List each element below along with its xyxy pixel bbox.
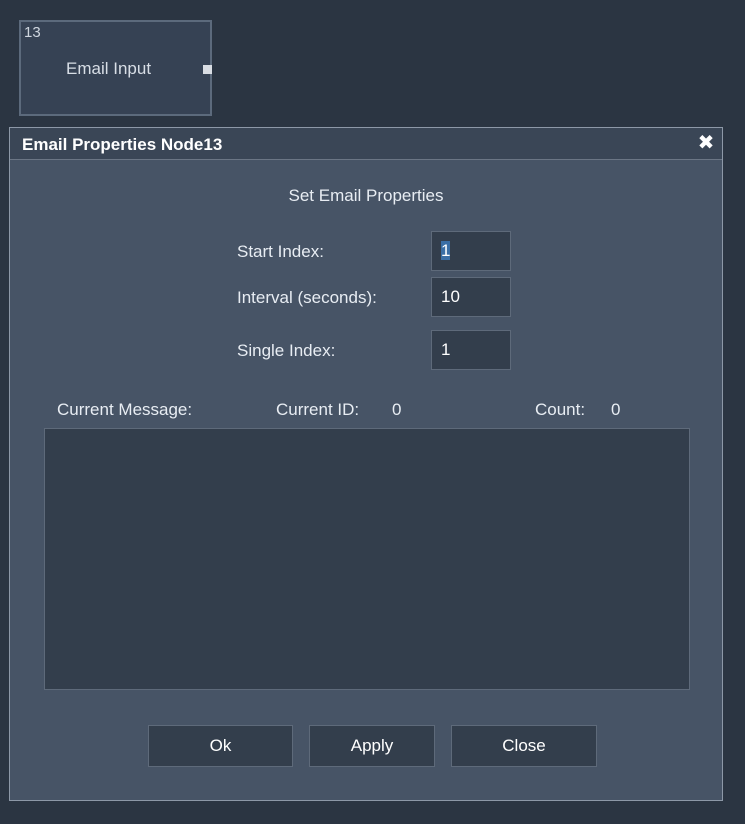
apply-button[interactable]: Apply — [309, 725, 435, 767]
current-message-label: Current Message: — [57, 400, 193, 419]
node-id-label: 13 — [24, 24, 41, 41]
dialog-titlebar[interactable]: Email Properties Node13 ✖ — [10, 128, 722, 160]
start-index-value: 1 — [441, 241, 451, 260]
close-button[interactable]: Close — [451, 725, 597, 767]
ok-button[interactable]: Ok — [148, 725, 293, 767]
count-value: 0 — [611, 400, 621, 419]
current-message-box[interactable] — [44, 428, 690, 690]
start-index-label: Start Index: — [237, 242, 324, 261]
single-index-label: Single Index: — [237, 341, 336, 360]
current-id-label: Current ID: — [276, 400, 360, 419]
count-label: Count: — [535, 400, 586, 419]
email-properties-dialog: Email Properties Node13 ✖ Set Email Prop… — [9, 127, 723, 801]
current-id-value: 0 — [392, 400, 402, 419]
single-index-field[interactable] — [431, 330, 511, 370]
start-index-field[interactable]: 1 — [431, 231, 511, 271]
close-icon[interactable]: ✖ — [696, 133, 716, 153]
section-heading: Set Email Properties — [288, 186, 444, 205]
interval-field[interactable] — [431, 277, 511, 317]
interval-label: Interval (seconds): — [237, 288, 377, 307]
email-input-node[interactable]: 13 Email Input — [19, 20, 212, 116]
square-port-icon[interactable] — [203, 65, 212, 74]
dialog-title: Email Properties Node13 — [22, 135, 223, 154]
node-title: Email Input — [66, 59, 152, 78]
